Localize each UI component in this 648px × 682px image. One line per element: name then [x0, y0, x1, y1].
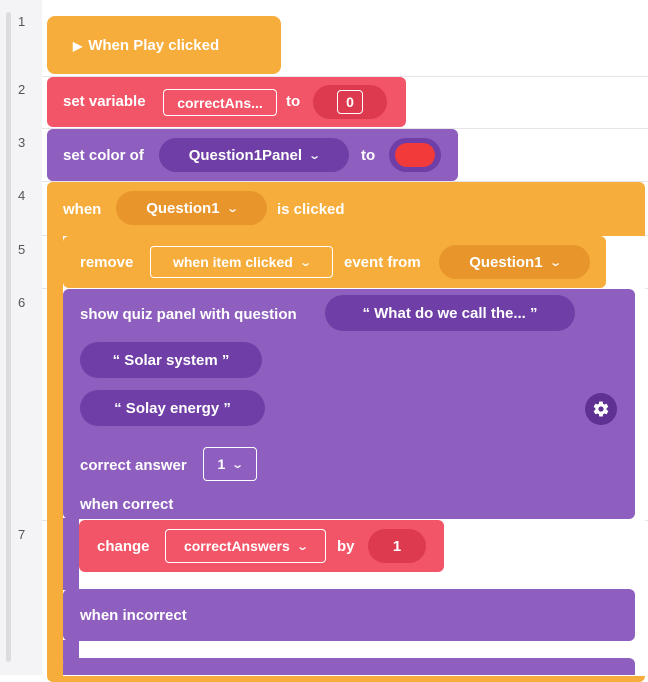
line-number: 6: [18, 295, 26, 310]
change-variable-block[interactable]: change correctAnswers ⌄ by 1: [79, 520, 444, 572]
by-label: by: [337, 538, 355, 555]
event-target-text: Question1: [469, 253, 543, 271]
quiz-block-footer: [63, 658, 635, 675]
change-variable-dropdown[interactable]: correctAnswers ⌄: [165, 529, 326, 563]
quiz-label: show quiz panel with question: [80, 306, 297, 323]
answer-option[interactable]: “ Solay energy ”: [80, 390, 265, 426]
gutter-scroll-indicator[interactable]: [6, 12, 11, 662]
to-label: to: [286, 93, 301, 110]
clicked-target-dropdown[interactable]: Question1 ⌄: [116, 191, 267, 225]
answer-option[interactable]: “ Solar system ”: [80, 342, 262, 378]
correct-answer-value: 1: [217, 456, 226, 472]
when-incorrect-label: when incorrect: [80, 607, 187, 624]
line-number: 2: [18, 82, 26, 97]
change-amount-input[interactable]: 1: [368, 529, 426, 563]
correct-answer-label: correct answer: [80, 457, 187, 474]
line-number-gutter: 1 2 3 4 5 6 7: [0, 0, 42, 675]
color-swatch-holder: [389, 138, 441, 172]
gear-icon-glyph: [593, 401, 609, 417]
event-from-label: event from: [344, 254, 421, 271]
chevron-down-icon: ⌄: [548, 256, 562, 269]
gear-icon[interactable]: [585, 393, 617, 425]
clicked-target-text: Question1: [146, 199, 220, 217]
chevron-down-icon: ⌄: [231, 458, 245, 471]
value-pill: 0: [313, 85, 387, 119]
remove-label: remove: [80, 254, 134, 271]
set-variable-label: set variable: [63, 93, 146, 110]
color-swatch[interactable]: [395, 143, 435, 167]
event-text: when item clicked: [172, 254, 293, 270]
line-number: 7: [18, 527, 26, 542]
value-input[interactable]: 0: [337, 90, 363, 114]
remove-event-block[interactable]: remove when item clicked ⌄ event from Que…: [63, 236, 606, 288]
when-correct-label: when correct: [80, 496, 174, 513]
chevron-down-icon: ⌄: [298, 256, 312, 269]
line-number: 3: [18, 135, 26, 150]
set-color-label: set color of: [63, 147, 144, 164]
line-number: 5: [18, 242, 26, 257]
when-label: when: [63, 201, 102, 218]
quiz-side-rail: [63, 518, 79, 590]
question-text-input[interactable]: “ What do we call the... ”: [325, 295, 575, 331]
play-icon: ▶: [73, 39, 83, 53]
is-clicked-label: is clicked: [277, 201, 345, 218]
event-target-dropdown[interactable]: Question1 ⌄: [439, 245, 590, 279]
line-number: 1: [18, 14, 26, 29]
chevron-down-icon: ⌄: [295, 540, 309, 553]
color-target-dropdown[interactable]: Question1Panel ⌄: [159, 138, 349, 172]
when-clicked-header: when Question1 ⌄ is clicked: [47, 182, 364, 236]
chevron-down-icon: ⌄: [225, 202, 239, 215]
quiz-panel-block[interactable]: show quiz panel with question “ What do …: [63, 289, 635, 519]
correct-answer-dropdown[interactable]: 1 ⌄: [203, 447, 257, 481]
set-variable-block[interactable]: set variable correctAns... to 0: [47, 77, 406, 127]
event-dropdown[interactable]: when item clicked ⌄: [150, 246, 333, 278]
variable-dropdown[interactable]: correctAns...: [163, 89, 277, 116]
change-variable-text: correctAnswers: [183, 538, 290, 554]
when-incorrect-section: when incorrect: [63, 589, 635, 641]
play-label: ▶ When Play clicked: [73, 37, 220, 54]
color-target-text: Question1Panel: [188, 146, 303, 164]
chevron-down-icon: ⌄: [308, 149, 322, 162]
set-color-block[interactable]: set color of Question1Panel ⌄ to: [47, 129, 458, 181]
change-label: change: [97, 538, 150, 555]
line-number: 4: [18, 188, 26, 203]
when-play-clicked-block[interactable]: ▶ When Play clicked: [47, 16, 281, 74]
to-label: to: [361, 147, 376, 164]
